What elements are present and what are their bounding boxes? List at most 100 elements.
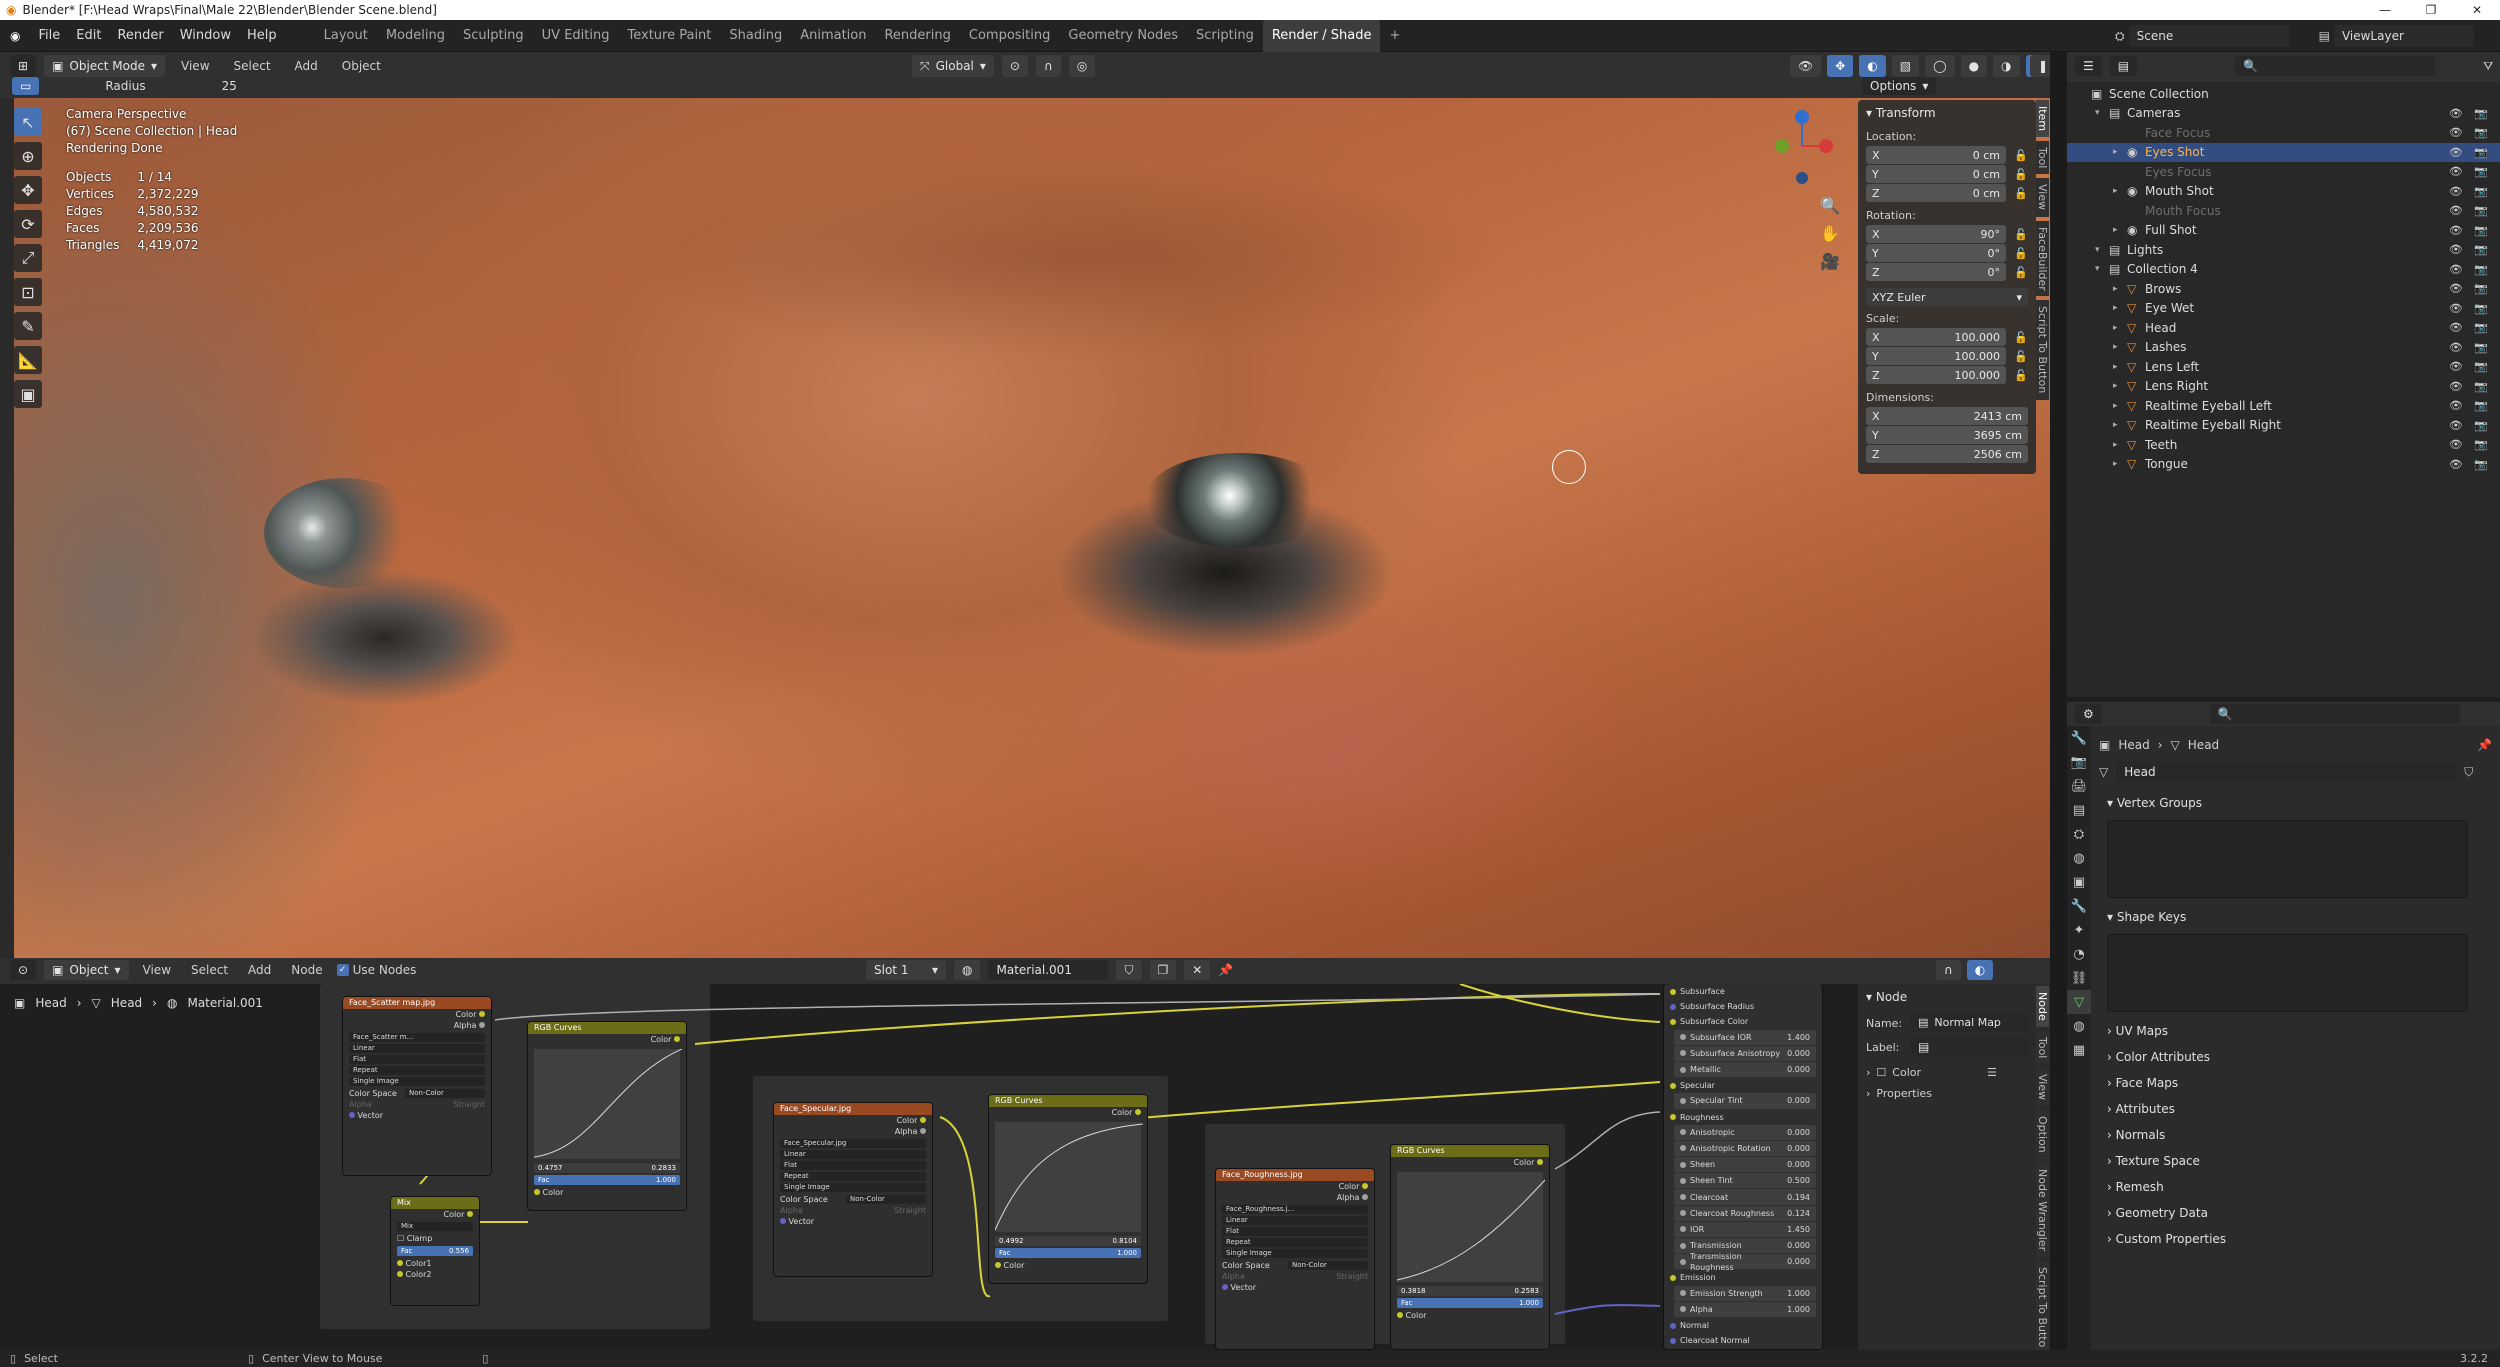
- scale-y-field[interactable]: Y 100.000: [1866, 347, 2006, 365]
- bsdf-input-row[interactable]: Emission Strength 1.000: [1674, 1285, 1816, 1301]
- blend-mode-dropdown[interactable]: Mix: [397, 1222, 473, 1231]
- tab-sculpting[interactable]: Sculpting: [454, 20, 533, 52]
- mesh-data-tab-icon[interactable]: ▽: [2067, 990, 2091, 1014]
- rotation-y-field[interactable]: Y 0°: [1866, 244, 2006, 262]
- lock-icon[interactable]: 🔓: [2014, 369, 2028, 382]
- render-tab-icon[interactable]: 📷: [2067, 750, 2091, 774]
- tab-render-shade[interactable]: Render / Shade: [1262, 19, 1381, 52]
- outliner-item[interactable]: ▸ ▽ Lens Right 👁 📷: [2067, 377, 2500, 397]
- output-socket[interactable]: [920, 1117, 926, 1123]
- shading-material-button[interactable]: ◑: [1993, 55, 2020, 77]
- gizmo-x-axis[interactable]: [1819, 139, 1833, 153]
- tab-compositing[interactable]: Compositing: [960, 20, 1060, 52]
- curve-point-values[interactable]: 0.4757 0.2833: [534, 1163, 680, 1173]
- tab-modeling[interactable]: Modeling: [377, 20, 454, 52]
- dimension-x-field[interactable]: X 2413 cm: [1866, 407, 2028, 425]
- node-snap-button[interactable]: ∩: [1936, 960, 1961, 980]
- rotation-z-field[interactable]: Z 0°: [1866, 263, 2006, 281]
- outliner-item[interactable]: ▣ Scene Collection: [2067, 84, 2500, 104]
- panel-vertex-groups[interactable]: ▾ Vertex Groups: [2099, 790, 2492, 816]
- node-editor-canvas[interactable]: ▣ Head › ▽ Head › ◍ Material.001 Face_Scatt…: [0, 984, 2050, 1350]
- input-socket[interactable]: [1670, 1274, 1676, 1281]
- disclosure-triangle-icon[interactable]: ▸: [2113, 381, 2127, 391]
- tab-layout[interactable]: Layout: [315, 20, 377, 52]
- tab-animation[interactable]: Animation: [791, 20, 875, 52]
- outliner-item[interactable]: ▸ ▽ Teeth 👁 📷: [2067, 435, 2500, 455]
- rotation-x-field[interactable]: X 90°: [1866, 225, 2006, 243]
- curve-point-values[interactable]: 0.3818 0.2583: [1397, 1286, 1543, 1296]
- slot-dropdown[interactable]: Slot 1 ▾: [866, 960, 946, 980]
- curve-widget[interactable]: [994, 1122, 1144, 1232]
- tab-texture-paint[interactable]: Texture Paint: [619, 20, 721, 52]
- bsdf-input-row[interactable]: Subsurface Radius: [1664, 999, 1822, 1014]
- gizmo-button[interactable]: ✥: [1827, 55, 1854, 77]
- panel-normals[interactable]: › Normals: [2099, 1122, 2492, 1148]
- pivot-dropdown[interactable]: ⊙: [1001, 55, 1028, 77]
- proportional-edit-button[interactable]: ◎: [1068, 55, 1096, 77]
- bsdf-input-row[interactable]: Specular Tint 0.000: [1674, 1093, 1816, 1109]
- disclosure-triangle-icon[interactable]: ▸: [2113, 401, 2127, 411]
- visibility-toggles[interactable]: 👁 📷: [2449, 302, 2492, 315]
- scale-tool-button[interactable]: ⤢: [14, 244, 42, 272]
- shading-wireframe-button[interactable]: ◯: [1925, 55, 1955, 77]
- vertex-groups-list[interactable]: [2107, 820, 2468, 898]
- node-color-row[interactable]: › ☐ Color ☰: [1866, 1066, 2042, 1079]
- rgb-curves-node-1[interactable]: RGB Curves Color 0.4757 0.2833 Fac 1.000 C…: [527, 1021, 687, 1211]
- output-socket[interactable]: [920, 1128, 926, 1134]
- input-socket[interactable]: [1680, 1034, 1686, 1041]
- input-socket[interactable]: [1680, 1097, 1686, 1104]
- node-name-field[interactable]: ▤ Normal Map: [1910, 1014, 2030, 1032]
- annotate-tool-button[interactable]: ✎: [14, 312, 42, 340]
- input-socket[interactable]: [1670, 988, 1676, 995]
- menu-edit[interactable]: Edit: [68, 20, 109, 52]
- visibility-toggles[interactable]: 👁 📷: [2449, 263, 2492, 276]
- tab-script-to-button[interactable]: Script To Button: [2036, 300, 2049, 400]
- menu-help[interactable]: Help: [239, 20, 285, 52]
- outliner-item[interactable]: ▸ ◉ Eyes Shot 👁 📷: [2067, 142, 2500, 162]
- panel-shape-keys[interactable]: ▾ Shape Keys: [2099, 904, 2492, 930]
- viewport-menu-object[interactable]: Object: [334, 59, 389, 73]
- visibility-toggles[interactable]: 👁 📷: [2449, 341, 2492, 354]
- tab-item[interactable]: Item: [2036, 100, 2049, 138]
- viewport-menu-view[interactable]: View: [173, 59, 217, 73]
- outliner-item[interactable]: ▸ ▽ Realtime Eyeball Right 👁 📷: [2067, 416, 2500, 436]
- disclosure-triangle-icon[interactable]: ▸: [2113, 342, 2127, 352]
- mode-dropdown[interactable]: ▣ Object Mode ▾: [44, 55, 166, 77]
- scene-tab-icon[interactable]: ⛭: [2067, 822, 2091, 846]
- overlay-button[interactable]: ◐: [1859, 55, 1886, 77]
- select-tool-button[interactable]: ↖: [14, 108, 42, 136]
- mix-node[interactable]: Mix Color Mix ☐ Clamp Fac 0.556 Color1 Co…: [390, 1196, 480, 1306]
- input-socket[interactable]: [1680, 1194, 1686, 1201]
- world-tab-icon[interactable]: ◍: [2067, 846, 2091, 870]
- fac-slider[interactable]: Fac 1.000: [1397, 1298, 1543, 1308]
- extension-dropdown[interactable]: Repeat: [349, 1066, 485, 1075]
- mesh-name-field[interactable]: Head: [2116, 762, 2457, 782]
- input-socket[interactable]: [780, 1218, 786, 1224]
- tab-node-wrangler[interactable]: Node Wrangler: [2036, 1162, 2049, 1258]
- zoom-icon[interactable]: 🔍: [1820, 192, 1840, 220]
- node-menu-add[interactable]: Add: [242, 963, 277, 977]
- bsdf-input-row[interactable]: Clearcoat Roughness 0.124: [1674, 1205, 1816, 1221]
- output-socket[interactable]: [467, 1211, 473, 1217]
- input-socket[interactable]: [1680, 1210, 1686, 1217]
- disclosure-triangle-icon[interactable]: ▸: [2113, 323, 2127, 333]
- camera-view-icon[interactable]: 🎥: [1820, 248, 1840, 276]
- visibility-toggles[interactable]: 👁 📷: [2449, 419, 2492, 432]
- color-space-dropdown[interactable]: Non-Color: [1288, 1261, 1368, 1270]
- clamp-checkbox[interactable]: ☐ Clamp: [391, 1233, 479, 1244]
- maximize-button[interactable]: ❐: [2408, 0, 2454, 20]
- texture-tab-icon[interactable]: ▦: [2067, 1038, 2091, 1062]
- material-name-field[interactable]: Material.001: [988, 960, 1109, 980]
- tab-tool[interactable]: Tool: [2036, 1030, 2049, 1065]
- visibility-toggles[interactable]: 👁 📷: [2449, 438, 2492, 451]
- bsdf-input-row[interactable]: Emission: [1664, 1270, 1822, 1285]
- fake-user-icon[interactable]: ⛉: [2464, 765, 2473, 780]
- fac-slider[interactable]: Fac 1.000: [995, 1248, 1141, 1258]
- bsdf-input-row[interactable]: Roughness: [1664, 1110, 1822, 1125]
- tab-uv-editing[interactable]: UV Editing: [533, 20, 619, 52]
- lock-icon[interactable]: 🔓: [2014, 331, 2028, 344]
- visibility-toggles[interactable]: 👁 📷: [2449, 107, 2492, 120]
- physics-tab-icon[interactable]: ◔: [2067, 942, 2091, 966]
- outliner-item[interactable]: ▸ ▽ Head 👁 📷: [2067, 318, 2500, 338]
- interpolation-dropdown[interactable]: Linear: [1222, 1216, 1368, 1225]
